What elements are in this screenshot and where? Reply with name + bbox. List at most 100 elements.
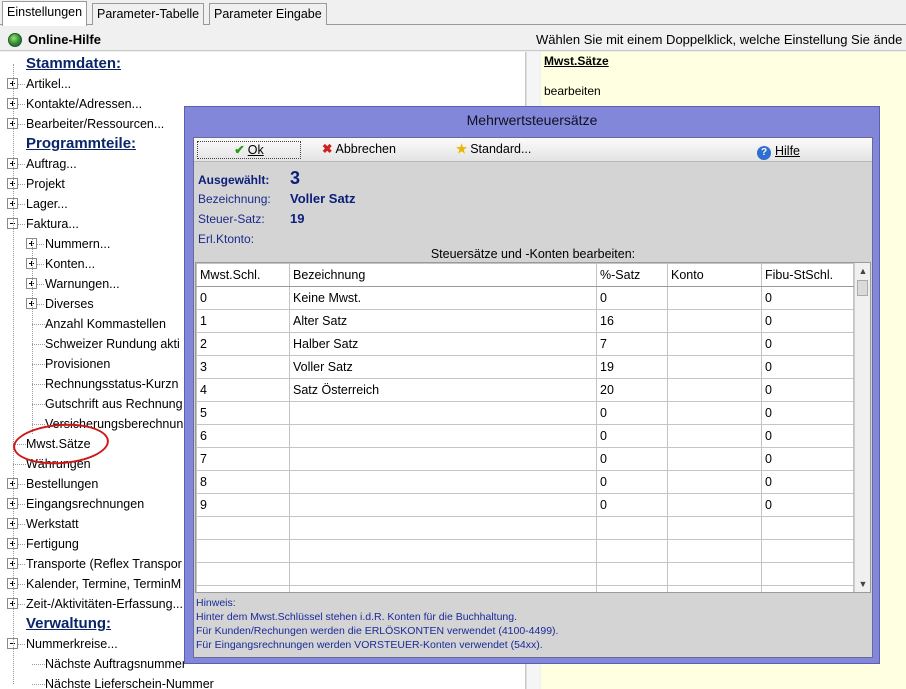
tree-item-projekt[interactable]: Projekt xyxy=(26,174,65,194)
tree-item-auftrag[interactable]: Auftrag... xyxy=(26,154,77,174)
table-cell[interactable]: 20 xyxy=(596,378,668,402)
table-cell[interactable] xyxy=(196,539,290,563)
table-cell[interactable] xyxy=(667,286,762,310)
table-row[interactable] xyxy=(196,516,854,540)
table-cell[interactable] xyxy=(667,378,762,402)
table-cell[interactable] xyxy=(667,447,762,471)
table-cell[interactable] xyxy=(289,470,597,494)
table-cell[interactable]: 16 xyxy=(596,309,668,333)
table-cell[interactable]: 6 xyxy=(196,424,290,448)
table-cell[interactable]: 7 xyxy=(596,332,668,356)
table-row[interactable]: 5 0 0 xyxy=(196,401,854,425)
tree-item-schweizer-rundung-akti[interactable]: Schweizer Rundung akti xyxy=(45,334,180,354)
standard-button[interactable]: ★ Standard... xyxy=(456,141,531,159)
table-cell[interactable] xyxy=(761,585,854,592)
table-cell[interactable]: 0 xyxy=(761,286,854,310)
table-cell[interactable]: Alter Satz xyxy=(289,309,597,333)
table-row[interactable] xyxy=(196,539,854,563)
tree-item-kalender-termine-terminm[interactable]: Kalender, Termine, TerminM xyxy=(26,574,181,594)
table-cell[interactable]: 0 xyxy=(761,470,854,494)
table-cell[interactable] xyxy=(667,562,762,586)
column-header-bezeichnung[interactable]: Bezeichnung xyxy=(289,263,597,287)
table-row[interactable]: 7 0 0 xyxy=(196,447,854,471)
table-cell[interactable]: 0 xyxy=(761,447,854,471)
scroll-down-icon[interactable]: ▼ xyxy=(855,576,870,592)
table-cell[interactable]: 0 xyxy=(761,493,854,517)
tree-item-faktura[interactable]: Faktura... xyxy=(26,214,79,234)
table-cell[interactable]: 0 xyxy=(761,332,854,356)
tree-item-lager[interactable]: Lager... xyxy=(26,194,68,214)
table-cell[interactable] xyxy=(289,493,597,517)
tree-item-nächste-lieferschein-nummer[interactable]: Nächste Lieferschein-Nummer xyxy=(45,674,214,689)
table-cell[interactable]: 0 xyxy=(761,355,854,379)
table-cell[interactable] xyxy=(596,585,668,592)
help-button[interactable]: ? Hilfe xyxy=(757,143,800,161)
tree-item-nummern[interactable]: Nummern... xyxy=(45,234,110,254)
table-row[interactable]: 0 Keine Mwst. 0 0 xyxy=(196,286,854,310)
tab-einstellungen[interactable]: Einstellungen xyxy=(2,1,88,26)
table-cell[interactable] xyxy=(196,516,290,540)
table-cell[interactable]: 0 xyxy=(761,309,854,333)
tree-item-gutschrift-aus-rechnung[interactable]: Gutschrift aus Rechnung xyxy=(45,394,183,414)
table-cell[interactable] xyxy=(667,355,762,379)
table-cell[interactable] xyxy=(667,401,762,425)
tree-item-artikel[interactable]: Artikel... xyxy=(26,74,71,94)
table-row[interactable]: 2 Halber Satz 7 0 xyxy=(196,332,854,356)
tree-item-provisionen[interactable]: Provisionen xyxy=(45,354,110,374)
table-cell[interactable] xyxy=(289,539,597,563)
tree-item-nummerkreise[interactable]: Nummerkreise... xyxy=(26,634,118,654)
tree-item-transporte-reflex-transpor[interactable]: Transporte (Reflex Transpor xyxy=(26,554,182,574)
table-cell[interactable]: 0 xyxy=(596,470,668,494)
column-header-konto[interactable]: Konto xyxy=(667,263,762,287)
table-row[interactable]: 9 0 0 xyxy=(196,493,854,517)
table-cell[interactable] xyxy=(196,585,290,592)
table-cell[interactable]: 0 xyxy=(196,286,290,310)
table-cell[interactable]: 3 xyxy=(196,355,290,379)
tree-item-rechnungsstatus-kurzn[interactable]: Rechnungsstatus-Kurzn xyxy=(45,374,178,394)
tree-item-kontakte-adressen[interactable]: Kontakte/Adressen... xyxy=(26,94,142,114)
table-cell[interactable] xyxy=(289,562,597,586)
table-cell[interactable] xyxy=(596,562,668,586)
table-cell[interactable]: 1 xyxy=(196,309,290,333)
cancel-button[interactable]: ✖ Abbrechen xyxy=(322,141,396,159)
table-cell[interactable]: 0 xyxy=(596,493,668,517)
table-cell[interactable] xyxy=(667,332,762,356)
tree-item-bestellungen[interactable]: Bestellungen xyxy=(26,474,98,494)
table-row[interactable]: 3 Voller Satz 19 0 xyxy=(196,355,854,379)
table-cell[interactable] xyxy=(289,447,597,471)
column-header-fibu-stschl[interactable]: Fibu-StSchl. xyxy=(761,263,854,287)
tree-item-fertigung[interactable]: Fertigung xyxy=(26,534,79,554)
table-cell[interactable] xyxy=(667,493,762,517)
table-cell[interactable] xyxy=(761,562,854,586)
tree-item-diverses[interactable]: Diverses xyxy=(45,294,94,314)
tab-parameter-eingabe[interactable]: Parameter Eingabe xyxy=(209,3,327,25)
table-cell[interactable]: 0 xyxy=(596,286,668,310)
table-cell[interactable]: 0 xyxy=(596,424,668,448)
table-cell[interactable]: Voller Satz xyxy=(289,355,597,379)
table-cell[interactable]: 0 xyxy=(761,401,854,425)
table-row[interactable]: 4 Satz Österreich 20 0 xyxy=(196,378,854,402)
tree-item-nächste-auftragsnummer[interactable]: Nächste Auftragsnummer xyxy=(45,654,186,674)
table-cell[interactable] xyxy=(667,539,762,563)
table-cell[interactable] xyxy=(667,585,762,592)
table-cell[interactable]: 0 xyxy=(596,401,668,425)
table-cell[interactable]: 8 xyxy=(196,470,290,494)
tree-item-konten[interactable]: Konten... xyxy=(45,254,95,274)
grid-scrollbar[interactable]: ▲ ▼ xyxy=(854,263,870,592)
table-row[interactable] xyxy=(196,585,854,592)
table-cell[interactable]: 0 xyxy=(596,447,668,471)
table-cell[interactable]: 7 xyxy=(196,447,290,471)
table-cell[interactable]: 2 xyxy=(196,332,290,356)
column-header-satz[interactable]: %-Satz xyxy=(596,263,668,287)
table-cell[interactable] xyxy=(667,516,762,540)
table-cell[interactable] xyxy=(289,516,597,540)
table-cell[interactable] xyxy=(761,539,854,563)
tree-item-warnungen[interactable]: Warnungen... xyxy=(45,274,120,294)
table-cell[interactable] xyxy=(667,424,762,448)
table-cell[interactable]: Keine Mwst. xyxy=(289,286,597,310)
tree-item-eingangsrechnungen[interactable]: Eingangsrechnungen xyxy=(26,494,144,514)
table-cell[interactable] xyxy=(667,470,762,494)
table-row[interactable]: 1 Alter Satz 16 0 xyxy=(196,309,854,333)
table-cell[interactable]: 19 xyxy=(596,355,668,379)
tree-item-werkstatt[interactable]: Werkstatt xyxy=(26,514,79,534)
